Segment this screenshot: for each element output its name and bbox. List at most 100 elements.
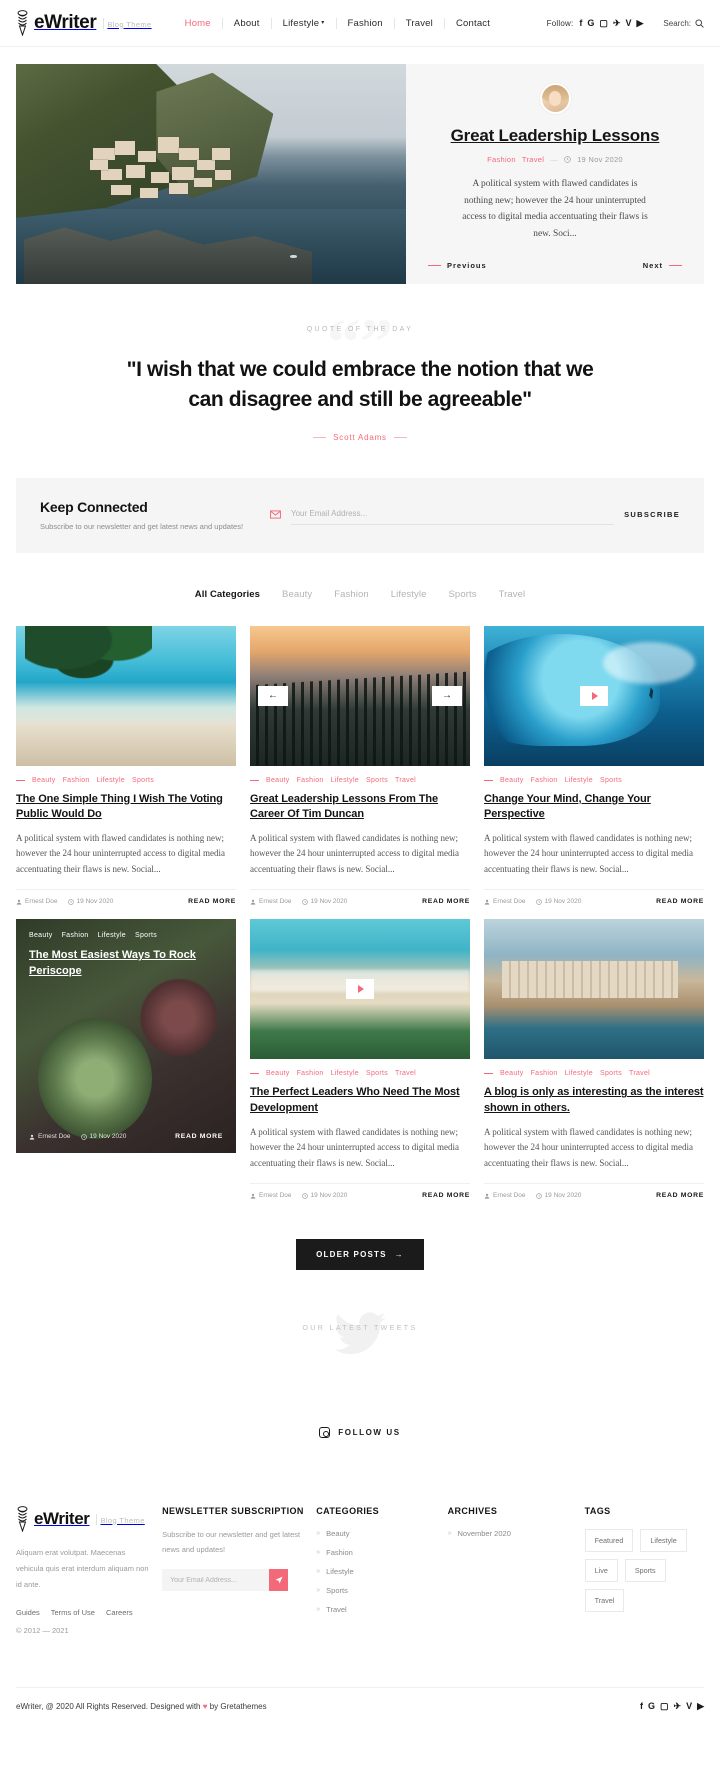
post-2-category-2[interactable]: Lifestyle	[565, 777, 593, 784]
footer-tag-featured[interactable]: Featured	[584, 1529, 634, 1553]
post-title[interactable]: Change Your Mind, Change Your Perspectiv…	[484, 792, 704, 822]
post-4-category-3[interactable]: Sports	[366, 1070, 388, 1077]
footer-link-guides[interactable]: Guides	[16, 1608, 40, 1617]
post-4-category-1[interactable]: Fashion	[297, 1070, 324, 1077]
post-3-category-0[interactable]: Beauty	[29, 932, 53, 939]
post-5-category-1[interactable]: Fashion	[531, 1070, 558, 1077]
nav-item-lifestyle[interactable]: Lifestyle ▾	[272, 18, 336, 29]
footer-social-vimeo-icon[interactable]: V	[686, 1701, 692, 1711]
newsletter-email-input[interactable]	[291, 504, 615, 526]
post-3-category-3[interactable]: Sports	[135, 932, 157, 939]
footer-category-travel[interactable]: Travel	[326, 1605, 347, 1614]
post-0-category-1[interactable]: Fashion	[63, 777, 90, 784]
hero-category-0[interactable]: Fashion	[487, 155, 516, 164]
filter-beauty[interactable]: Beauty	[282, 589, 312, 600]
filter-fashion[interactable]: Fashion	[334, 589, 369, 600]
site-logo[interactable]: eWriter Blog Theme	[16, 10, 152, 36]
footer-archive-item[interactable]: November 2020	[458, 1529, 511, 1538]
post-5-category-3[interactable]: Sports	[600, 1070, 622, 1077]
nav-item-fashion[interactable]: Fashion	[337, 18, 394, 29]
play-button[interactable]	[346, 979, 374, 1000]
post-2-category-1[interactable]: Fashion	[531, 777, 558, 784]
hero-category-1[interactable]: Travel	[522, 155, 544, 164]
header-social-google-icon[interactable]: G	[587, 18, 594, 28]
header-social-facebook-icon[interactable]: f	[579, 18, 582, 28]
hero-image[interactable]	[16, 64, 406, 284]
post-4-category-2[interactable]: Lifestyle	[331, 1070, 359, 1077]
read-more-link[interactable]: READ MORE	[175, 1133, 223, 1140]
footer-social-youtube-icon[interactable]: ▶	[697, 1701, 704, 1711]
footer-tag-sports[interactable]: Sports	[624, 1559, 666, 1583]
post-thumbnail[interactable]	[484, 625, 704, 766]
older-posts-button[interactable]: OLDER POSTS →	[296, 1239, 424, 1271]
post-1-category-0[interactable]: Beauty	[266, 777, 290, 784]
hero-prev-button[interactable]: Previous	[428, 261, 487, 270]
post-4-category-0[interactable]: Beauty	[266, 1070, 290, 1077]
post-5-category-2[interactable]: Lifestyle	[565, 1070, 593, 1077]
post-thumbnail[interactable]	[16, 625, 236, 766]
post-0-category-3[interactable]: Sports	[132, 777, 154, 784]
hero-title[interactable]: Great Leadership Lessons	[451, 125, 660, 146]
search-toggle[interactable]: Search:	[663, 19, 704, 28]
post-thumbnail[interactable]: ← →	[250, 625, 470, 766]
post-thumbnail[interactable]: Beauty Fashion Lifestyle Sports The Most Ea…	[16, 919, 236, 1154]
post-5-category-4[interactable]: Travel	[629, 1070, 650, 1077]
footer-logo[interactable]: eWriter Blog Theme	[16, 1506, 150, 1533]
read-more-link[interactable]: READ MORE	[422, 1192, 470, 1199]
post-5-category-0[interactable]: Beauty	[500, 1070, 524, 1077]
footer-category-beauty[interactable]: Beauty	[326, 1529, 349, 1538]
header-social-vimeo-icon[interactable]: V	[625, 18, 631, 28]
footer-subscribe-button[interactable]	[269, 1569, 289, 1592]
post-title[interactable]: The Perfect Leaders Who Need The Most De…	[250, 1085, 470, 1115]
footer-social-facebook-icon[interactable]: f	[640, 1701, 643, 1711]
footer-email-input[interactable]	[162, 1569, 270, 1592]
post-title[interactable]: The Most Easiest Ways To Rock Periscope	[29, 948, 223, 979]
read-more-link[interactable]: READ MORE	[188, 898, 236, 905]
footer-category-lifestyle[interactable]: Lifestyle	[326, 1567, 354, 1576]
nav-item-contact[interactable]: Contact	[445, 18, 501, 29]
read-more-link[interactable]: READ MORE	[656, 898, 704, 905]
nav-item-about[interactable]: About	[223, 18, 271, 29]
post-1-category-1[interactable]: Fashion	[297, 777, 324, 784]
post-1-category-4[interactable]: Travel	[395, 777, 416, 784]
post-2-category-0[interactable]: Beauty	[500, 777, 524, 784]
post-thumbnail[interactable]	[250, 919, 470, 1060]
slider-prev-button[interactable]: ←	[258, 685, 288, 706]
footer-tag-lifestyle[interactable]: Lifestyle	[640, 1529, 687, 1553]
post-0-category-0[interactable]: Beauty	[32, 777, 56, 784]
filter-sports[interactable]: Sports	[449, 589, 477, 600]
footer-tag-travel[interactable]: Travel	[584, 1589, 625, 1613]
post-3-category-1[interactable]: Fashion	[62, 932, 89, 939]
subscribe-button[interactable]: SUBSCRIBE	[624, 510, 680, 519]
post-3-category-2[interactable]: Lifestyle	[98, 932, 126, 939]
slider-next-button[interactable]: →	[432, 685, 462, 706]
footer-social-google-icon[interactable]: G	[648, 1701, 655, 1711]
post-1-category-3[interactable]: Sports	[366, 777, 388, 784]
header-social-instagram-icon[interactable]: ▢	[599, 18, 608, 28]
filter-all-categories[interactable]: All Categories	[195, 589, 260, 600]
header-social-twitter-icon[interactable]: ✈	[613, 18, 621, 28]
post-2-category-3[interactable]: Sports	[600, 777, 622, 784]
footer-social-twitter-icon[interactable]: ✈	[674, 1701, 682, 1711]
footer-category-fashion[interactable]: Fashion	[326, 1548, 353, 1557]
post-0-category-2[interactable]: Lifestyle	[97, 777, 125, 784]
hero-next-button[interactable]: Next	[643, 261, 682, 270]
post-title[interactable]: Great Leadership Lessons From The Career…	[250, 792, 470, 822]
post-thumbnail[interactable]	[484, 919, 704, 1060]
post-4-category-4[interactable]: Travel	[395, 1070, 416, 1077]
footer-link-careers[interactable]: Careers	[106, 1608, 133, 1617]
nav-item-travel[interactable]: Travel	[395, 18, 444, 29]
nav-item-home[interactable]: Home	[174, 18, 222, 29]
footer-tag-live[interactable]: Live	[584, 1559, 618, 1583]
footer-category-sports[interactable]: Sports	[326, 1586, 348, 1595]
filter-travel[interactable]: Travel	[499, 589, 526, 600]
post-1-category-2[interactable]: Lifestyle	[331, 777, 359, 784]
footer-social-instagram-icon[interactable]: ▢	[660, 1701, 669, 1711]
footer-link-terms-of-use[interactable]: Terms of Use	[51, 1608, 95, 1617]
play-button[interactable]	[580, 685, 608, 706]
post-title[interactable]: A blog is only as interesting as the int…	[484, 1085, 704, 1115]
read-more-link[interactable]: READ MORE	[422, 898, 470, 905]
filter-lifestyle[interactable]: Lifestyle	[391, 589, 427, 600]
read-more-link[interactable]: READ MORE	[656, 1192, 704, 1199]
post-title[interactable]: The One Simple Thing I Wish The Voting P…	[16, 792, 236, 822]
